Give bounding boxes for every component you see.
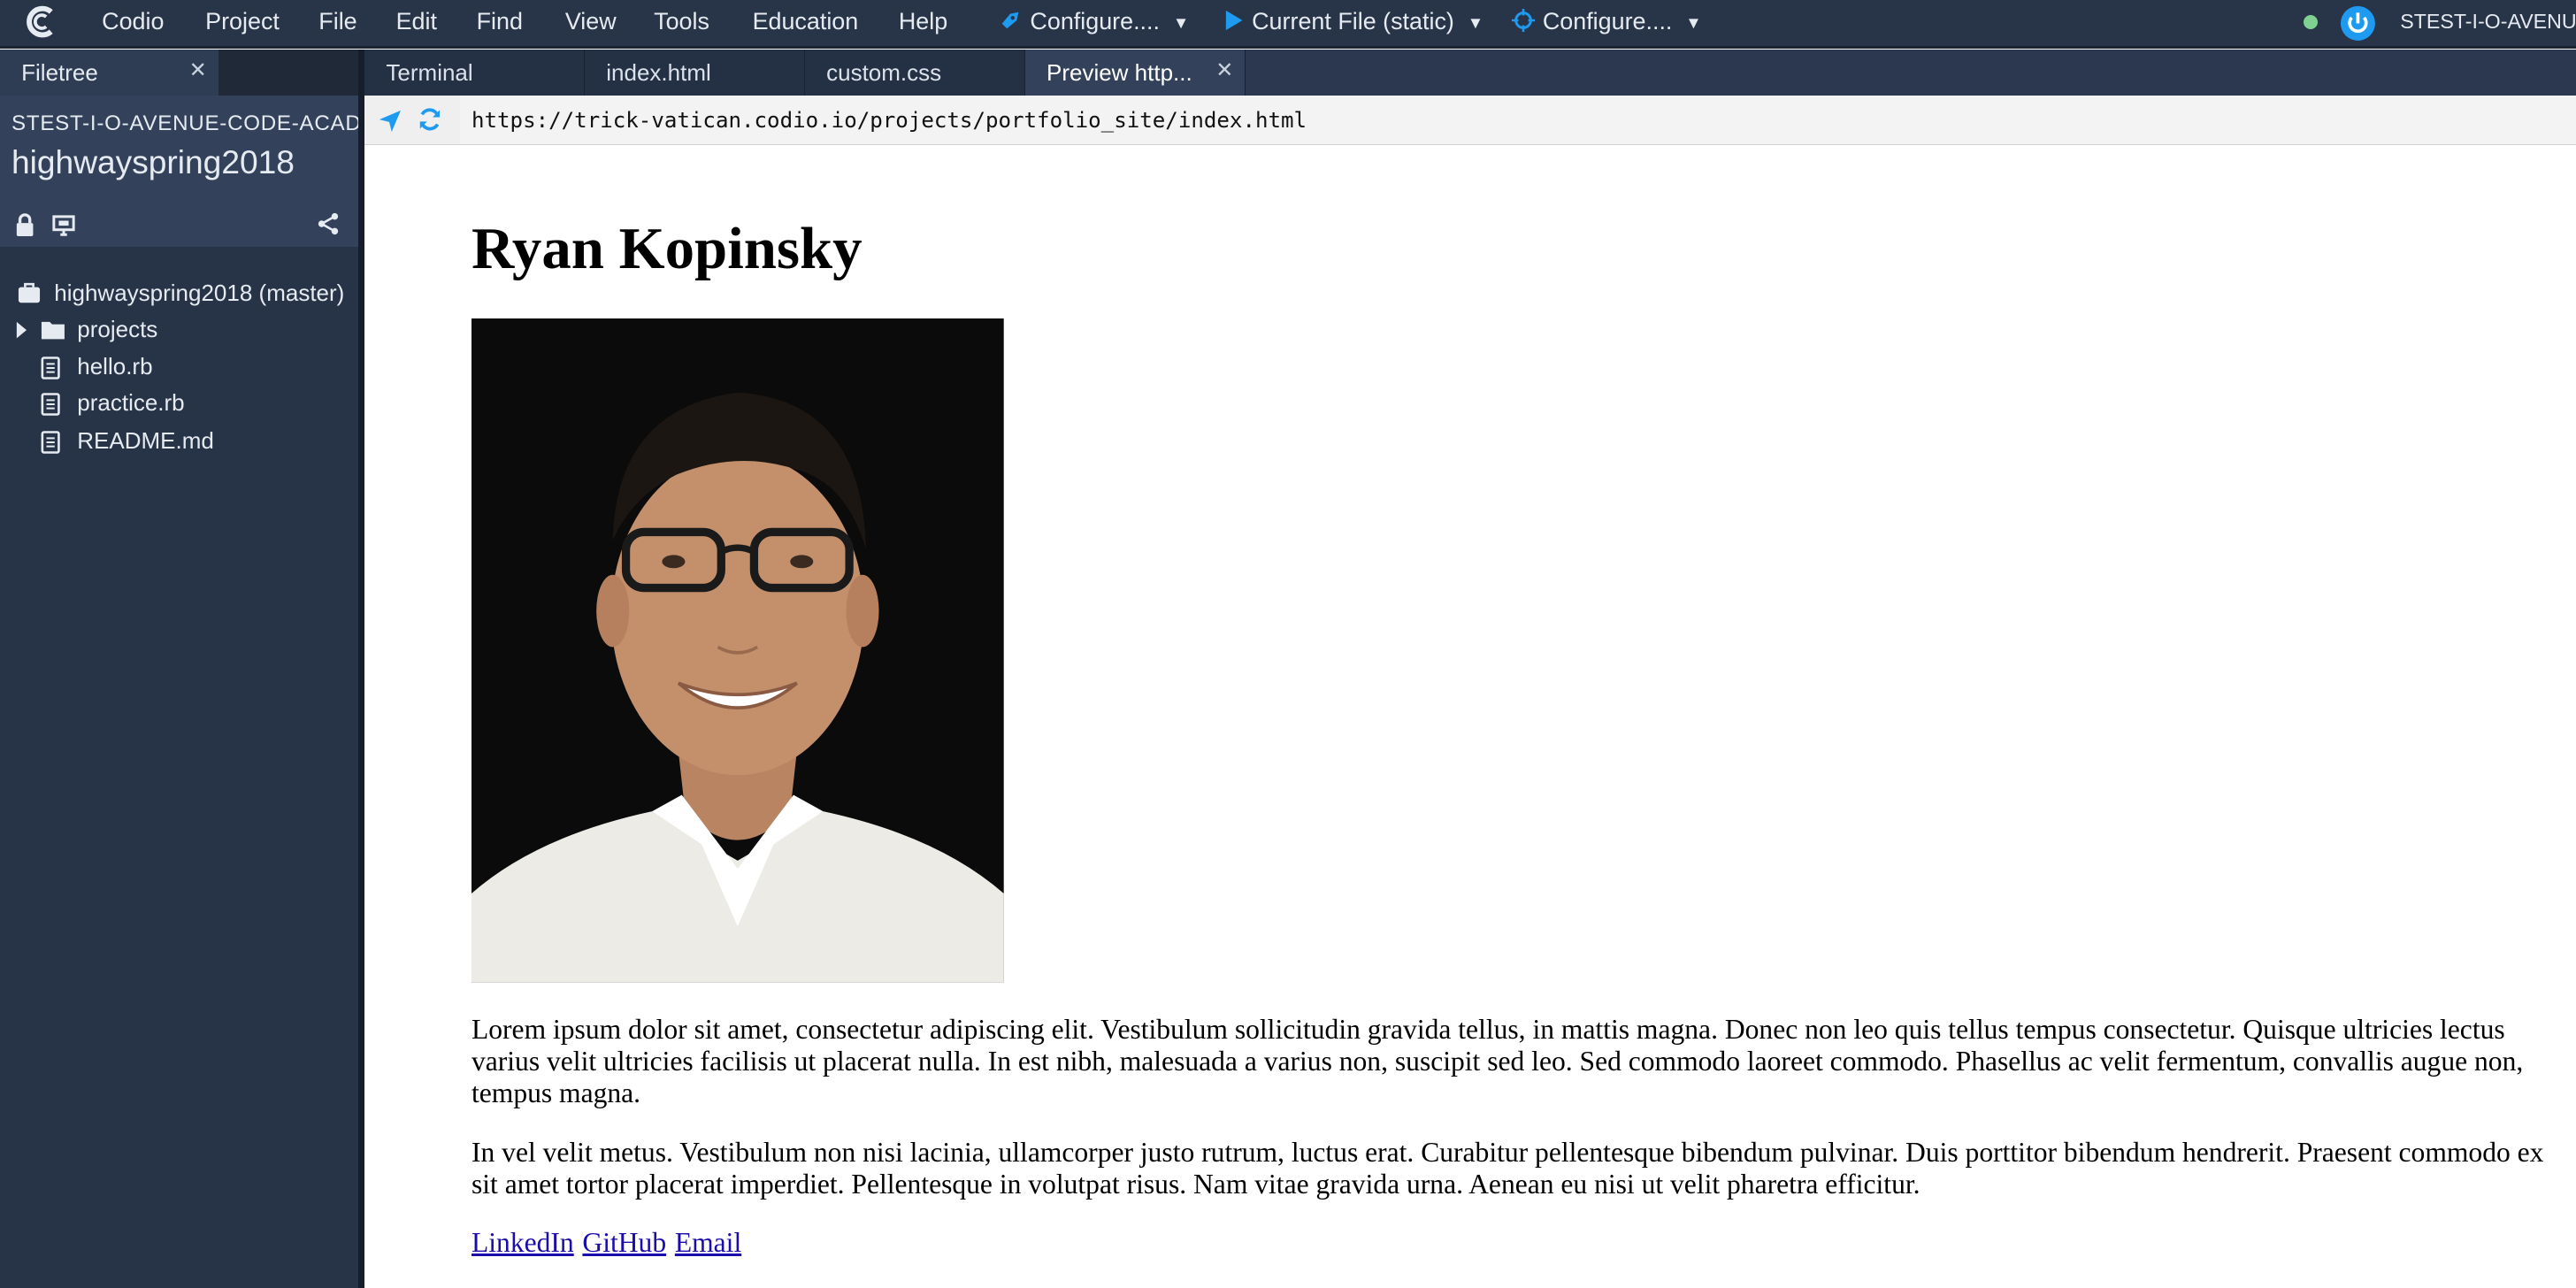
menu-file[interactable]: File: [318, 8, 356, 35]
menu-education[interactable]: Education: [753, 8, 859, 35]
bio-paragraph-1: Lorem ipsum dolor sit amet, consectetur …: [471, 1013, 2524, 1109]
tree-item-label: highwayspring2018 (master): [54, 279, 345, 306]
bio-paragraph-2: In vel velit metus. Vestibulum non nisi …: [471, 1137, 2544, 1200]
menu-find[interactable]: Find: [477, 8, 523, 35]
monitor-icon[interactable]: [52, 213, 76, 243]
caret-right-icon[interactable]: [15, 318, 28, 346]
tab-index-html[interactable]: index.html: [585, 49, 805, 96]
editor-tab-bar: Terminal index.html custom.css Preview h…: [364, 49, 2576, 96]
run-current-label: Current File (static): [1252, 8, 1454, 35]
configure-preview-label: Configure....: [1542, 8, 1673, 35]
menu-edit[interactable]: Edit: [396, 8, 437, 35]
email-link[interactable]: Email: [675, 1227, 741, 1258]
github-link[interactable]: GitHub: [582, 1227, 666, 1258]
power-icon[interactable]: [2340, 5, 2376, 48]
page-title: Ryan Kopinsky: [471, 216, 862, 282]
panel-splitter[interactable]: [357, 49, 365, 1288]
tab-preview[interactable]: Preview http... ✕: [1024, 49, 1246, 96]
configure-deploy-button[interactable]: Configure.... ▼: [999, 8, 1189, 37]
configure-preview-button[interactable]: Configure.... ▼: [1511, 8, 1702, 38]
tree-item-label: practice.rb: [77, 389, 185, 417]
sidebar-tab-strip: [218, 49, 358, 96]
tree-item-label: projects: [77, 315, 158, 342]
run-current-file-button[interactable]: Current File (static) ▼: [1224, 8, 1484, 37]
codio-logo-icon[interactable]: [25, 5, 58, 44]
filetree-tab-label: Filetree: [21, 58, 98, 86]
play-icon: [1224, 9, 1244, 38]
close-icon[interactable]: ✕: [189, 58, 207, 83]
tab-label: index.html: [606, 58, 711, 86]
close-icon[interactable]: ✕: [1215, 58, 1233, 83]
refresh-icon[interactable]: [418, 107, 442, 139]
social-links: LinkedIn GitHub Email: [472, 1227, 743, 1259]
menu-view[interactable]: View: [565, 8, 617, 35]
file-icon: [41, 430, 61, 460]
tab-label: Preview http...: [1046, 58, 1192, 86]
caret-down-icon: ▼: [1685, 13, 1702, 33]
workspace-name: STEST-I-O-AVENUE-CODE-ACADEMY: [12, 111, 358, 136]
caret-down-icon: ▼: [1172, 13, 1190, 33]
navigate-arrow-icon[interactable]: [378, 109, 402, 141]
menu-bar: Codio Project File Edit Find View Tools …: [0, 0, 2576, 49]
lock-icon[interactable]: [15, 213, 34, 243]
tab-terminal[interactable]: Terminal: [364, 49, 586, 96]
tab-filetree[interactable]: Filetree ✕: [0, 49, 218, 96]
share-icon[interactable]: [317, 212, 340, 242]
tree-item-label: hello.rb: [77, 353, 153, 380]
configure-deploy-label: Configure....: [1030, 8, 1160, 35]
menu-codio[interactable]: Codio: [102, 8, 164, 35]
menu-help[interactable]: Help: [899, 8, 947, 35]
rocket-icon: [999, 9, 1022, 38]
linkedin-link[interactable]: LinkedIn: [472, 1227, 574, 1258]
user-name[interactable]: STEST-I-O-AVENUE-C: [2400, 10, 2576, 34]
url-input[interactable]: [459, 95, 2576, 145]
briefcase-icon: [18, 282, 41, 310]
tab-custom-css[interactable]: custom.css: [804, 49, 1025, 96]
preview-viewport: Ryan Kopinsky Lorem ipsum dolor sit amet…: [364, 146, 2576, 1288]
preview-url-bar: [364, 95, 2576, 146]
caret-down-icon: ▼: [1467, 13, 1484, 33]
tree-item-label: README.md: [77, 426, 214, 454]
project-name: highwayspring2018: [12, 142, 295, 180]
crosshair-icon: [1511, 8, 1535, 38]
folder-icon: [41, 318, 65, 346]
filetree-panel: Filetree ✕ STEST-I-O-AVENUE-CODE-ACADEMY…: [0, 49, 358, 1288]
tab-label: Terminal: [386, 58, 473, 86]
tab-label: custom.css: [826, 58, 942, 86]
profile-photo: [471, 318, 1004, 983]
file-icon: [41, 356, 61, 386]
menu-tools[interactable]: Tools: [654, 8, 709, 35]
menu-project[interactable]: Project: [205, 8, 280, 35]
connection-status-dot: [2303, 14, 2319, 30]
file-icon: [41, 393, 61, 422]
